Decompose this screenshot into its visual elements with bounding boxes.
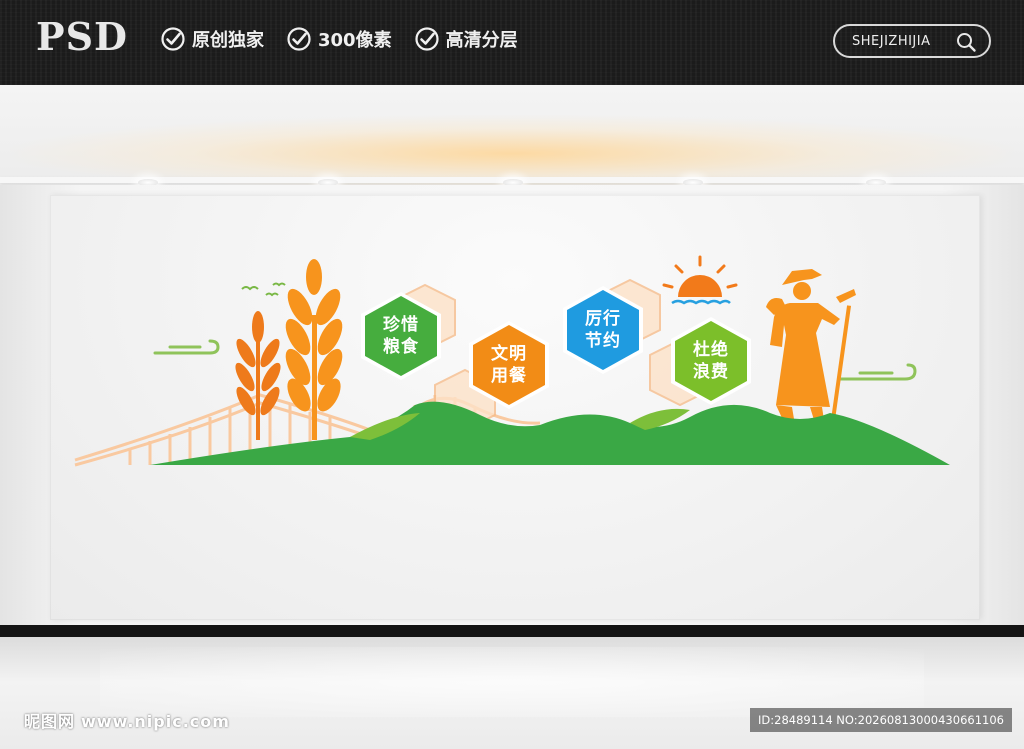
- slogan-line: 珍惜: [383, 315, 419, 335]
- feature-label: 高清分层: [445, 30, 518, 51]
- magnifier-icon: [957, 33, 976, 52]
- slogan-line: 厉行: [585, 309, 621, 329]
- top-banner: PSD 原创独家 300像素 高清分层 SHEJIZHIJIA: [0, 0, 1024, 85]
- slogan-hexagon: 厉行 节约: [557, 284, 649, 376]
- culture-wall-graphic: 珍惜 粮食 文明 用餐 厉行 节约 杜绝 浪费: [70, 255, 950, 475]
- slogan-hexagon: 珍惜 粮食: [355, 290, 447, 382]
- site-domain: www.nipic.com: [81, 712, 230, 731]
- search-label: SHEJIZHIJIA: [852, 33, 931, 49]
- floor: [0, 637, 1024, 749]
- slogan-line: 节约: [585, 331, 621, 351]
- farmer-silhouette: [766, 269, 856, 435]
- psd-logo: PSD: [36, 14, 128, 59]
- slogan-line: 用餐: [491, 366, 527, 386]
- sun-icon: [662, 255, 738, 305]
- slogan-hexagon: 文明 用餐: [463, 319, 555, 411]
- check-circle-icon: [287, 27, 311, 51]
- wind-swirl: [838, 363, 917, 381]
- slogan-line: 粮食: [383, 337, 419, 357]
- feature-item: 高清分层: [414, 26, 518, 52]
- id-watermark: ID:28489114 NO:20260813000430661106: [750, 708, 1012, 732]
- birds: [241, 282, 286, 297]
- feature-label: 300像素: [318, 30, 392, 51]
- site-watermark: 昵图网 www.nipic.com: [24, 708, 230, 732]
- baseboard: [0, 625, 1024, 637]
- check-circle-icon: [414, 27, 439, 51]
- slogan-line: 杜绝: [693, 340, 729, 360]
- feature-label: 原创独家: [192, 30, 264, 51]
- ceiling-glow: [10, 115, 1014, 185]
- feature-item: 300像素: [286, 26, 392, 52]
- check-circle-icon: [161, 27, 185, 51]
- feature-list: 原创独家 300像素 高清分层: [160, 26, 518, 52]
- site-name: 昵图网: [24, 712, 76, 731]
- feature-item: 原创独家: [160, 26, 264, 52]
- slogan-line: 浪费: [693, 362, 729, 382]
- wind-swirl: [153, 339, 220, 355]
- slogan-line: 文明: [491, 344, 527, 364]
- wheat-icon: [235, 311, 281, 440]
- search-button[interactable]: SHEJIZHIJIA: [833, 24, 991, 58]
- slogan-hexagon: 杜绝 浪费: [665, 315, 757, 407]
